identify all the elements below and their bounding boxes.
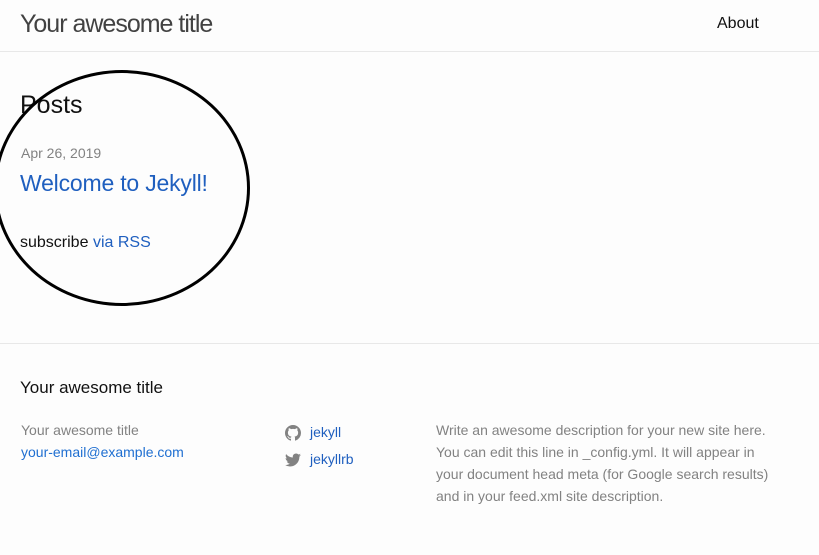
twitter-username: jekyllrb bbox=[310, 451, 354, 467]
github-link[interactable]: jekyll bbox=[285, 419, 354, 446]
rss-subscribe: subscribe via RSS bbox=[20, 233, 151, 253]
rss-prefix: subscribe bbox=[20, 234, 89, 251]
footer-contact: Your awesome title your-email@example.co… bbox=[21, 419, 184, 463]
post-title-link[interactable]: Welcome to Jekyll! bbox=[20, 169, 208, 197]
page-heading: Posts bbox=[20, 91, 83, 119]
github-icon bbox=[285, 424, 301, 441]
footer-email-link[interactable]: your-email@example.com bbox=[21, 441, 184, 463]
twitter-icon bbox=[285, 453, 301, 466]
twitter-link[interactable]: jekyllrb bbox=[285, 446, 354, 473]
site-header: Your awesome title About bbox=[0, 0, 819, 52]
nav-about-link[interactable]: About bbox=[717, 14, 759, 34]
site-footer: Your awesome title Your awesome title yo… bbox=[0, 343, 819, 555]
footer-social: jekyll jekyllrb bbox=[285, 419, 354, 473]
footer-description: Write an awesome description for your ne… bbox=[436, 422, 769, 504]
site-title-link[interactable]: Your awesome title bbox=[20, 9, 213, 39]
footer-contact-name: Your awesome title bbox=[21, 422, 139, 438]
github-username: jekyll bbox=[310, 424, 342, 440]
post-date: Apr 26, 2019 bbox=[21, 145, 102, 161]
footer-heading: Your awesome title bbox=[20, 378, 164, 397]
rss-link[interactable]: via RSS bbox=[93, 234, 151, 251]
